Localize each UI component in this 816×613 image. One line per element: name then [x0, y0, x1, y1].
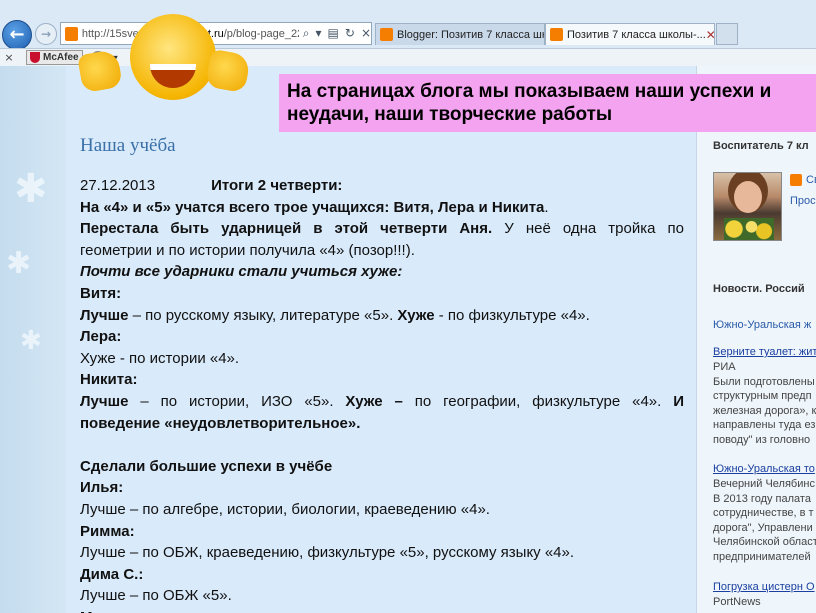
search-icon[interactable]: ⌕	[303, 26, 310, 41]
section-heading: Сделали большие успехи в учёбе	[80, 457, 333, 475]
snowflake-decoration-icon: ✱	[14, 166, 48, 212]
post-body: 27.12.2013 Итоги 2 четверти: На «4» и «5»…	[80, 175, 684, 613]
blogger-favicon-icon	[550, 28, 563, 41]
dropdown-icon[interactable]: ▾	[316, 26, 322, 41]
news-item-link[interactable]: Погрузка цистерн О	[713, 580, 815, 595]
student-name: Никита:	[80, 371, 138, 389]
news-item-text: железная дорога», к	[713, 404, 816, 417]
compatibility-icon[interactable]: ▤	[328, 26, 339, 41]
news-item-text: PortNews	[713, 596, 761, 608]
blogger-favicon-icon	[65, 26, 78, 41]
text-line: Лучше – по ОБЖ «5».	[80, 587, 232, 605]
close-toolbar-button[interactable]: ×	[0, 51, 18, 64]
smiley-thumbs-up-image	[77, 14, 251, 104]
student-name: Римма:	[80, 522, 135, 540]
text-line: Лучше – по ОБЖ, краеведению, физкультуре…	[80, 544, 575, 562]
blogger-icon	[790, 174, 802, 186]
summary-line: На «4» и «5» учатся всего трое учащихся:…	[80, 198, 549, 216]
forward-button[interactable]: →	[35, 23, 57, 45]
news-item-link[interactable]: Верните туалет: жит	[713, 345, 816, 360]
news-item-text: структурным предп	[713, 390, 812, 403]
blogger-favicon-icon	[380, 28, 393, 41]
text-line: поведение «неудовлетворительное».	[80, 414, 361, 432]
profile-link[interactable]: Прос	[790, 194, 816, 209]
new-tab-button[interactable]	[716, 23, 738, 45]
date-line: 27.12.2013 Итоги 2 четверти:	[80, 177, 343, 194]
text-line: Перестала быть ударницей в этой четверти…	[80, 220, 684, 238]
text-line: геометрии и по истории получила «4» (поз…	[80, 241, 415, 259]
mcafee-button[interactable]: McAfee	[26, 50, 83, 65]
news-region-link[interactable]: Южно-Уральская ж	[713, 318, 811, 333]
text-line: Лучше – по русскому языку, литературе «5…	[80, 306, 590, 324]
mcafee-shield-icon	[30, 52, 40, 63]
news-item-text: поводу" из головно	[713, 434, 811, 446]
text-line: Хуже - по истории «4».	[80, 349, 240, 367]
snowflake-decoration-icon: ✱	[20, 326, 42, 356]
caption-banner: На страницах блога мы показываем наши ус…	[279, 74, 816, 132]
tab-active-page[interactable]: Позитив 7 класса школы-... ✕	[545, 23, 715, 45]
news-item-text: дорога", Управлени	[713, 521, 813, 534]
sidebar-heading-teacher: Воспитатель 7 кл	[713, 140, 809, 152]
page-title[interactable]: Наша учёба	[80, 135, 176, 157]
news-item-link[interactable]: Южно-Уральская то	[713, 462, 815, 477]
student-name: Илья:	[80, 479, 124, 497]
news-item-text: предпринимателей	[713, 551, 811, 563]
text-line: Почти все ударники стали учиться хуже:	[80, 263, 403, 281]
news-item-text: Вечерний Челябинс	[713, 478, 815, 490]
stop-icon[interactable]: ×	[361, 26, 371, 41]
student-name: Дима С.:	[80, 565, 144, 583]
profile-name-link[interactable]: Св	[806, 173, 816, 188]
text-line: Лучше – по алгебре, истории, биологии, к…	[80, 500, 490, 518]
news-item-text: направлены туда ез	[713, 419, 816, 432]
news-item-text: сотрудничестве, в т	[713, 507, 814, 520]
student-name: М	[80, 607, 684, 613]
news-item-text: В 2013 году палата	[713, 492, 811, 505]
refresh-icon[interactable]: ↻	[345, 26, 355, 41]
address-bar[interactable]: http://15svet1604.blogspot.ru/p/blog-pag…	[60, 22, 372, 45]
close-tab-icon[interactable]: ✕	[706, 28, 714, 42]
news-item-text: Были подготовлены	[713, 375, 815, 388]
teacher-photo[interactable]	[713, 172, 782, 241]
student-name: Лера:	[80, 328, 122, 346]
sidebar-heading-news: Новости. Россий	[713, 283, 805, 295]
text-line: Лучше – по истории, ИЗО «5». Хуже – по г…	[80, 392, 684, 410]
news-item-text: РИА	[713, 361, 736, 373]
news-item-text: Челябинской област	[713, 536, 816, 549]
tab-blogger[interactable]: Blogger: Позитив 7 класса шк...	[375, 23, 545, 45]
back-button[interactable]: ←	[2, 20, 32, 50]
snowflake-decoration-icon: ✱	[6, 246, 32, 281]
student-name: Витя:	[80, 284, 122, 302]
